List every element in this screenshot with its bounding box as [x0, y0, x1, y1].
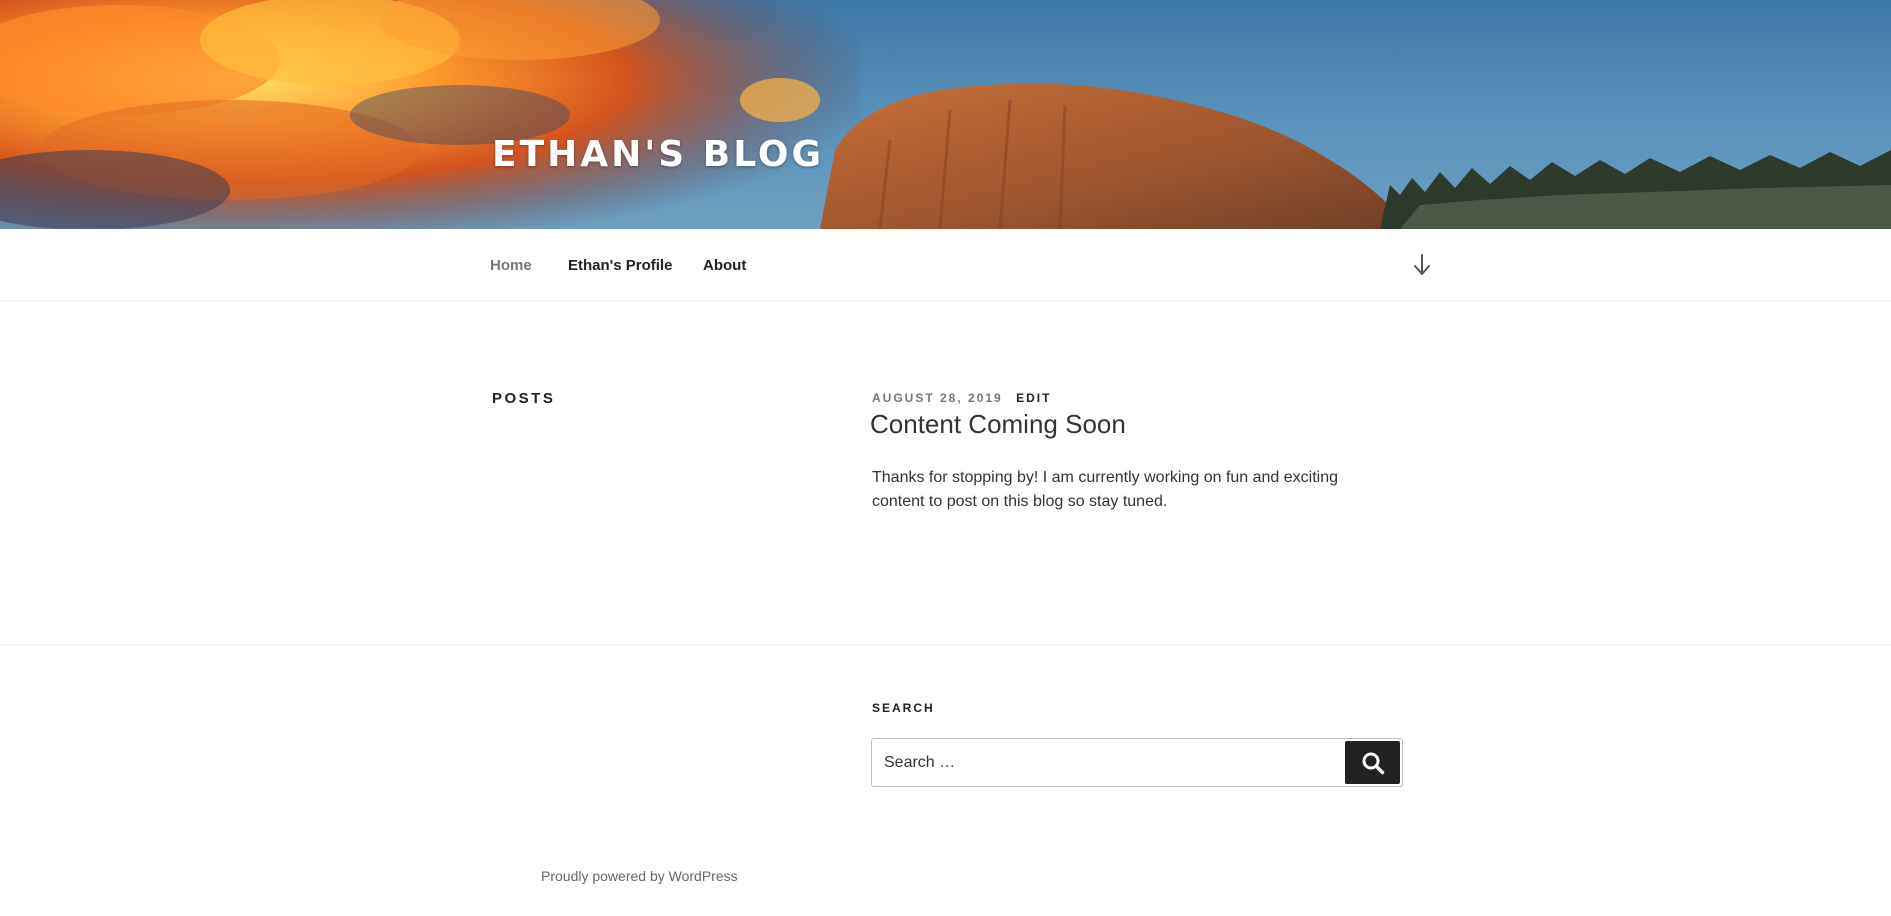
primary-navigation: Home Ethan's Profile About — [0, 229, 1891, 301]
search-button[interactable] — [1345, 741, 1400, 784]
search-form — [871, 738, 1403, 787]
site-title[interactable]: ETHAN'S BLOG — [492, 134, 824, 175]
post-date-link[interactable]: AUGUST 28, 2019 — [872, 391, 1003, 405]
header-banner: ETHAN'S BLOG — [0, 0, 1891, 229]
search-icon — [1362, 752, 1384, 774]
post-title[interactable]: Content Coming Soon — [870, 409, 1126, 440]
search-input[interactable] — [872, 739, 1342, 786]
nav-item-about[interactable]: About — [703, 257, 746, 274]
entry-meta: AUGUST 28, 2019 EDIT — [872, 391, 1051, 405]
header-image — [0, 0, 1891, 229]
posts-heading: POSTS — [492, 390, 556, 407]
arrow-down-icon[interactable] — [1411, 252, 1433, 278]
nav-item-ethans-profile[interactable]: Ethan's Profile — [568, 257, 672, 274]
edit-post-link[interactable]: EDIT — [1016, 391, 1051, 405]
nav-item-home[interactable]: Home — [490, 257, 532, 274]
post-excerpt: Thanks for stopping by! I am currently w… — [872, 469, 1339, 510]
footer-divider — [0, 644, 1891, 645]
search-widget-title: SEARCH — [872, 701, 935, 715]
wordpress-credit-link[interactable]: Proudly powered by WordPress — [541, 868, 738, 884]
